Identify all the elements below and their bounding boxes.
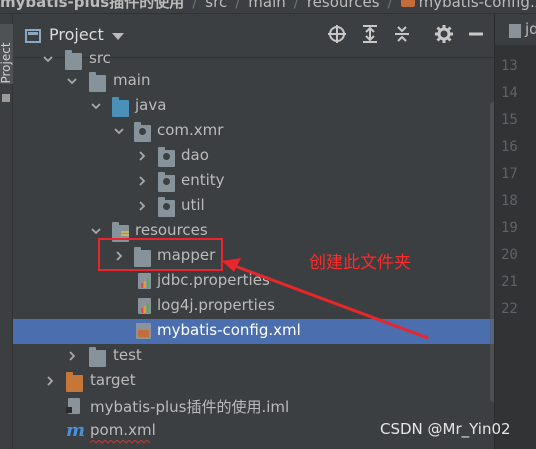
watermark: CSDN @Mr_Yin02	[380, 420, 511, 438]
annotation-arrow	[222, 258, 429, 340]
annotation-text: 创建此文件夹	[309, 253, 411, 273]
